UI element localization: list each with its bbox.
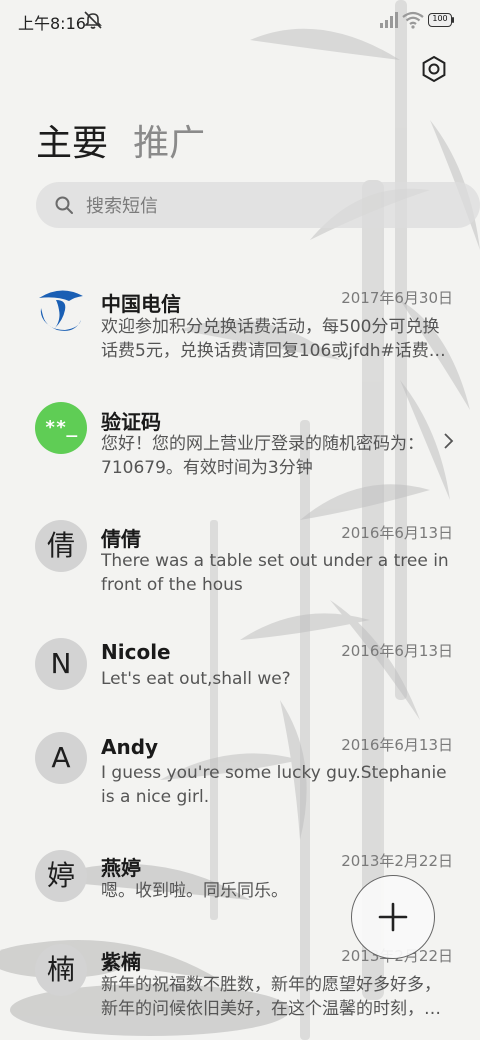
message-date: 2016年6月13日 [341, 736, 453, 754]
chevron-right-icon[interactable] [442, 432, 454, 450]
search-bar[interactable] [36, 182, 480, 228]
verification-code-avatar: **_ [35, 402, 87, 454]
message-date: 2017年6月30日 [341, 289, 453, 307]
message-preview: 新年的祝福数不胜数，新年的愿望好多好多，新年的问候依旧美好，在这个温馨的时刻，… [101, 975, 441, 1019]
tab-primary[interactable]: 主要 [36, 114, 108, 166]
status-bar: 上午8:16 100 [0, 0, 480, 40]
contact-name: 中国电信 [101, 292, 181, 316]
contact-name: 紫楠 [101, 950, 141, 974]
contact-name: Andy [101, 735, 159, 759]
contact-name: 倩倩 [101, 527, 141, 551]
message-date: 2016年6月13日 [341, 524, 453, 542]
conversation-item[interactable]: A Andy 2016年6月13日 I guess you're some lu… [0, 722, 480, 822]
avatar: A [35, 732, 87, 784]
tab-promotions[interactable]: 推广 [133, 114, 205, 166]
messages-screen: 上午8:16 100 主要 推广 搜索短信 中国电信 2017年6月30日 欢迎… [0, 0, 480, 1040]
avatar: 倩 [35, 520, 87, 572]
search-icon [55, 196, 73, 214]
avatar: 楠 [35, 944, 87, 996]
contact-name: Nicole [101, 640, 171, 664]
avatar: 婷 [35, 850, 87, 902]
plus-icon [378, 902, 408, 932]
message-preview: Let's eat out,shall we? [101, 669, 291, 689]
settings-hexagon-icon[interactable] [419, 54, 449, 84]
china-telecom-logo [39, 290, 83, 331]
battery-icon: 100 [428, 13, 456, 27]
signal-icon [380, 12, 398, 28]
conversation-item[interactable]: 倩 倩倩 2016年6月13日 There was a table set ou… [0, 510, 480, 610]
message-preview: I guess you're some lucky guy.Stephanie … [101, 763, 447, 807]
battery-level: 100 [432, 14, 448, 23]
wifi-icon [402, 11, 424, 29]
message-date: 2016年6月13日 [341, 642, 453, 660]
message-date: 2013年2月22日 [341, 852, 453, 870]
search-input[interactable] [84, 191, 468, 221]
message-preview: 您好！您的网上营业厅登录的随机密码为：710679。有效时间为3分钟 [101, 434, 424, 478]
contact-name: 燕婷 [101, 856, 141, 880]
conversation-item[interactable]: N Nicole 2016年6月13日 Let's eat out,shall … [0, 628, 480, 728]
message-preview: There was a table set out under a tree i… [101, 551, 449, 595]
contact-name: 验证码 [101, 410, 161, 434]
conversation-item[interactable]: 中国电信 2017年6月30日 欢迎参加积分兑换话费活动，每500分可兑换话费5… [0, 272, 480, 372]
message-preview: 欢迎参加积分兑换话费活动，每500分可兑换话费5元，兑换话费请回复106或jfd… [101, 317, 446, 361]
mute-icon [84, 11, 102, 29]
compose-button[interactable] [351, 875, 435, 959]
avatar: N [35, 638, 87, 690]
category-tabs: 主要 推广 [36, 114, 225, 164]
conversation-item[interactable]: **_ 验证码 您好！您的网上营业厅登录的随机密码为：710679。有效时间为3… [0, 392, 480, 492]
status-time: 上午8:16 [18, 14, 86, 33]
